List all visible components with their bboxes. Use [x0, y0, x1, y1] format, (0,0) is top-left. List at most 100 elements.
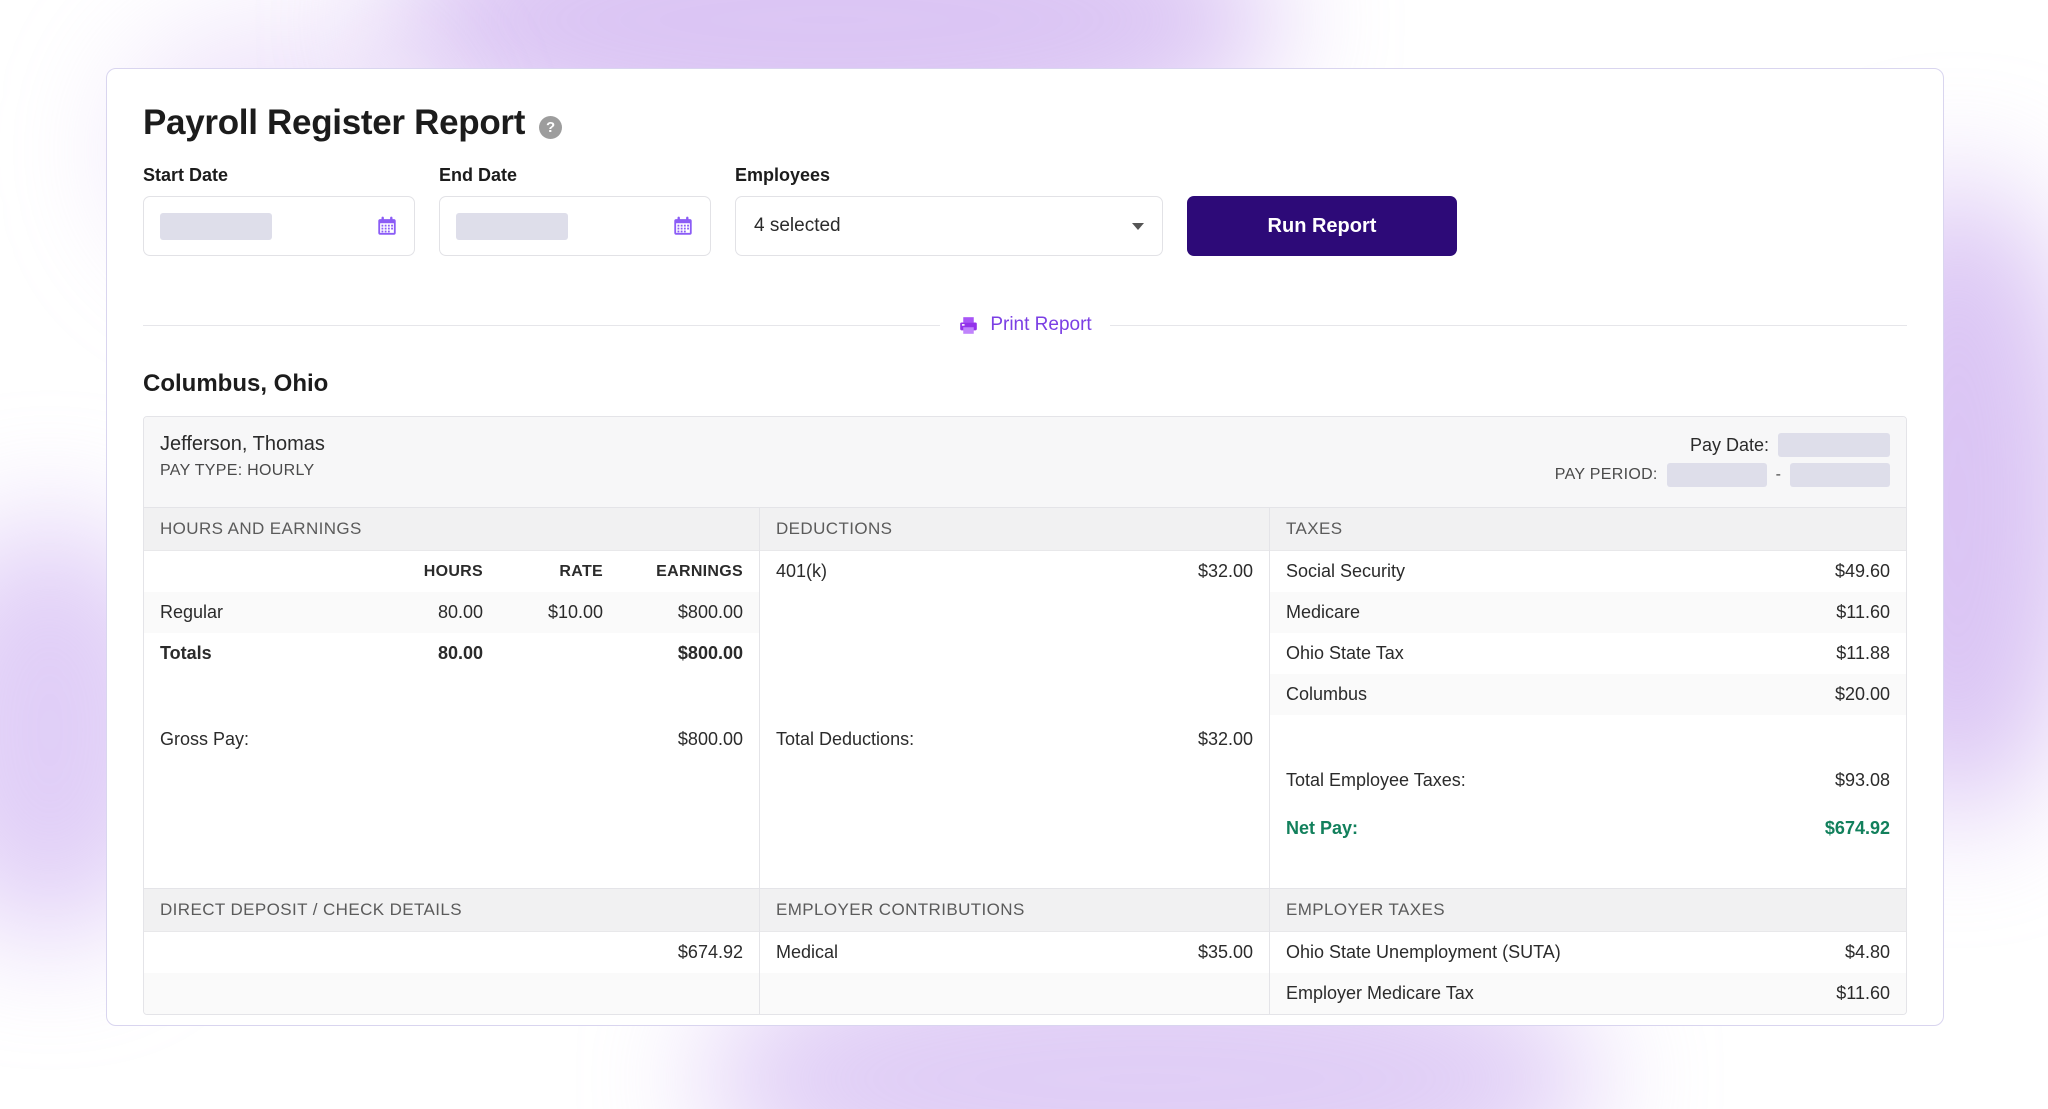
tax-amount: $49.60	[1835, 561, 1890, 582]
end-date-input[interactable]	[439, 196, 711, 256]
deduction-amount: $32.00	[1198, 561, 1253, 582]
deductions-column: DEDUCTIONS 401(k) $32.00 Total Deduction…	[760, 507, 1270, 888]
title-row: Payroll Register Report ?	[143, 103, 1907, 143]
table-row: Ohio State Tax $11.88	[1270, 633, 1906, 674]
hours-table-header-row: HOURS RATE EARNINGS	[144, 551, 759, 592]
total-employee-taxes-label: Total Employee Taxes:	[1286, 770, 1835, 791]
table-row: Social Security $49.60	[1270, 551, 1906, 592]
print-report-link[interactable]: Print Report	[958, 314, 1091, 336]
print-report-label: Print Report	[990, 314, 1091, 336]
earning-name: Regular	[160, 602, 363, 623]
spacer-row	[760, 973, 1269, 1014]
hours-and-earnings-column: HOURS AND EARNINGS HOURS RATE EARNINGS R…	[144, 507, 760, 888]
table-row: Regular 80.00 $10.00 $800.00	[144, 592, 759, 633]
tax-amount: $11.88	[1836, 643, 1890, 664]
employee-pay-type: PAY TYPE: HOURLY	[160, 462, 325, 480]
help-circle-icon[interactable]: ?	[539, 116, 562, 139]
tax-name: Ohio State Tax	[1286, 643, 1836, 664]
employer-tax-name: Employer Medicare Tax	[1286, 983, 1836, 1004]
net-pay-label: Net Pay:	[1286, 818, 1825, 839]
table-row: 401(k) $32.00	[760, 551, 1269, 592]
table-row: Medicare $11.60	[1270, 592, 1906, 633]
stub-upper-columns: HOURS AND EARNINGS HOURS RATE EARNINGS R…	[144, 507, 1906, 888]
deduction-name: 401(k)	[776, 561, 1198, 582]
net-pay-value: $674.92	[1825, 818, 1890, 839]
run-report-button[interactable]: Run Report	[1187, 196, 1457, 256]
end-date-value	[456, 213, 568, 240]
filter-bar: Start Date	[143, 165, 1907, 256]
employees-selected-value: 4 selected	[754, 215, 841, 237]
table-row: $674.92	[144, 932, 759, 973]
contribution-name: Medical	[776, 942, 1198, 963]
pay-period-separator: -	[1776, 466, 1781, 484]
pay-stub-header: Jefferson, Thomas PAY TYPE: HOURLY Pay D…	[144, 417, 1906, 507]
spacer	[144, 674, 759, 715]
direct-deposit-column: DIRECT DEPOSIT / CHECK DETAILS $674.92	[144, 888, 760, 1014]
total-employee-taxes-value: $93.08	[1835, 770, 1890, 791]
employer-tax-amount: $4.80	[1845, 942, 1890, 963]
earning-hours: 80.00	[363, 602, 483, 623]
pay-date-label: Pay Date:	[1690, 435, 1769, 456]
end-date-field: End Date	[439, 165, 711, 256]
printer-icon	[958, 315, 979, 336]
taxes-header: TAXES	[1270, 507, 1906, 551]
total-deductions-row: Total Deductions: $32.00	[760, 715, 1269, 763]
employee-name: Jefferson, Thomas	[160, 433, 325, 456]
gross-pay-row: Gross Pay: $800.00	[144, 715, 759, 763]
hours-and-earnings-header: HOURS AND EARNINGS	[144, 507, 759, 551]
pay-meta: Pay Date: PAY PERIOD: -	[1555, 433, 1890, 493]
employer-contributions-header: EMPLOYER CONTRIBUTIONS	[760, 888, 1269, 932]
calendar-icon[interactable]	[376, 215, 398, 237]
total-deductions-value: $32.00	[1198, 729, 1253, 750]
col-header-rate: RATE	[483, 563, 603, 581]
gross-pay-value: $800.00	[678, 729, 743, 750]
deductions-header: DEDUCTIONS	[760, 507, 1269, 551]
start-date-input[interactable]	[143, 196, 415, 256]
tax-name: Medicare	[1286, 602, 1836, 623]
total-employee-taxes-row: Total Employee Taxes: $93.08	[1270, 756, 1906, 804]
spacer-row	[144, 973, 759, 1014]
pay-stub: Jefferson, Thomas PAY TYPE: HOURLY Pay D…	[143, 416, 1907, 1015]
gross-pay-label: Gross Pay:	[160, 729, 678, 750]
employer-tax-name: Ohio State Unemployment (SUTA)	[1286, 942, 1845, 963]
table-row: Employer Medicare Tax $11.60	[1270, 973, 1906, 1014]
page-title: Payroll Register Report	[143, 103, 525, 143]
table-row: Medical $35.00	[760, 932, 1269, 973]
calendar-icon[interactable]	[672, 215, 694, 237]
start-date-label: Start Date	[143, 165, 415, 186]
pay-period-end	[1790, 463, 1890, 487]
col-header-earnings: EARNINGS	[603, 563, 743, 581]
total-deductions-label: Total Deductions:	[776, 729, 1198, 750]
pay-period-start	[1667, 463, 1767, 487]
spacer	[760, 763, 1269, 847]
spacer	[144, 763, 759, 847]
tax-name: Social Security	[1286, 561, 1835, 582]
table-row: Columbus $20.00	[1270, 674, 1906, 715]
chevron-down-icon[interactable]	[1132, 223, 1144, 230]
direct-deposit-amount: $674.92	[678, 942, 743, 963]
tax-amount: $11.60	[1836, 602, 1890, 623]
employer-taxes-header: EMPLOYER TAXES	[1270, 888, 1906, 932]
pay-period-row: PAY PERIOD: -	[1555, 463, 1890, 487]
totals-hours: 80.00	[363, 643, 483, 664]
table-row: Ohio State Unemployment (SUTA) $4.80	[1270, 932, 1906, 973]
earning-rate: $10.00	[483, 602, 603, 623]
pay-date-row: Pay Date:	[1555, 433, 1890, 457]
net-pay-row: Net Pay: $674.92	[1270, 804, 1906, 852]
location-heading: Columbus, Ohio	[143, 370, 1907, 398]
start-date-field: Start Date	[143, 165, 415, 256]
totals-row: Totals 80.00 $800.00	[144, 633, 759, 674]
spacer	[1270, 852, 1906, 888]
employees-label: Employees	[735, 165, 1163, 186]
col-header-hours: HOURS	[363, 563, 483, 581]
print-row: Print Report	[143, 314, 1907, 336]
employees-select[interactable]: 4 selected	[735, 196, 1163, 256]
stub-lower-columns: DIRECT DEPOSIT / CHECK DETAILS $674.92 E…	[144, 888, 1906, 1014]
report-card: Payroll Register Report ? Start Date	[106, 68, 1944, 1026]
direct-deposit-header: DIRECT DEPOSIT / CHECK DETAILS	[144, 888, 759, 932]
employer-contributions-column: EMPLOYER CONTRIBUTIONS Medical $35.00	[760, 888, 1270, 1014]
spacer	[1270, 715, 1906, 756]
employer-taxes-column: EMPLOYER TAXES Ohio State Unemployment (…	[1270, 888, 1906, 1014]
divider-right	[1110, 325, 1907, 326]
pay-date-value	[1778, 433, 1890, 457]
